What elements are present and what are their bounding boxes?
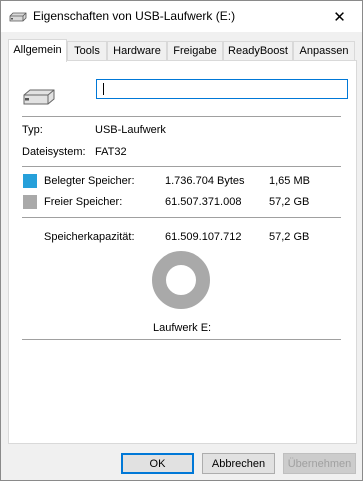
close-icon: ✕	[333, 8, 346, 26]
properties-window: Eigenschaften von USB-Laufwerk (E:) ✕ Al…	[0, 0, 363, 481]
capacity-size: 57,2 GB	[269, 231, 310, 243]
close-button[interactable]: ✕	[317, 1, 362, 32]
title-bar: Eigenschaften von USB-Laufwerk (E:) ✕	[1, 1, 362, 32]
apply-button[interactable]: Übernehmen	[283, 453, 356, 474]
free-space-label: Freier Speicher:	[44, 196, 123, 208]
used-space-label: Belegter Speicher:	[44, 175, 135, 187]
capacity-bytes: 61.509.107.712	[165, 231, 242, 243]
separator	[22, 166, 341, 167]
capacity-label: Speicherkapazität:	[44, 231, 135, 243]
general-panel: Typ: USB-Laufwerk Dateisystem: FAT32 Bel…	[8, 60, 357, 444]
usb-drive-icon	[23, 89, 55, 105]
tab-readyboost[interactable]: ReadyBoost	[223, 41, 293, 60]
usage-donut-chart	[152, 251, 210, 309]
tab-hardware[interactable]: Hardware	[107, 41, 167, 60]
filesystem-label: Dateisystem:	[22, 146, 86, 158]
ok-button[interactable]: OK	[121, 453, 194, 474]
drive-name-input[interactable]	[96, 79, 348, 99]
tab-freigabe[interactable]: Freigabe	[167, 41, 223, 60]
tab-strip: Allgemein Tools Hardware Freigabe ReadyB…	[8, 39, 357, 62]
usb-drive-icon	[9, 12, 27, 22]
tab-anpassen[interactable]: Anpassen	[293, 41, 355, 60]
free-space-swatch	[23, 195, 37, 209]
used-space-swatch	[23, 174, 37, 188]
type-value: USB-Laufwerk	[95, 124, 166, 136]
free-space-bytes: 61.507.371.008	[165, 196, 242, 208]
separator	[22, 217, 341, 218]
dialog-buttons: OK Abbrechen Übernehmen	[1, 449, 362, 479]
tab-allgemein[interactable]: Allgemein	[8, 39, 67, 62]
cancel-button[interactable]: Abbrechen	[202, 453, 275, 474]
separator	[22, 339, 341, 340]
window-title: Eigenschaften von USB-Laufwerk (E:)	[33, 9, 236, 23]
separator	[22, 116, 341, 117]
free-space-size: 57,2 GB	[269, 196, 310, 208]
type-label: Typ:	[22, 124, 43, 136]
used-space-bytes: 1.736.704 Bytes	[165, 175, 245, 187]
filesystem-value: FAT32	[95, 146, 127, 158]
tab-tools[interactable]: Tools	[67, 41, 107, 60]
drive-letter-label: Laufwerk E:	[153, 322, 212, 334]
text-caret	[103, 83, 104, 95]
used-space-size: 1,65 MB	[269, 175, 310, 187]
